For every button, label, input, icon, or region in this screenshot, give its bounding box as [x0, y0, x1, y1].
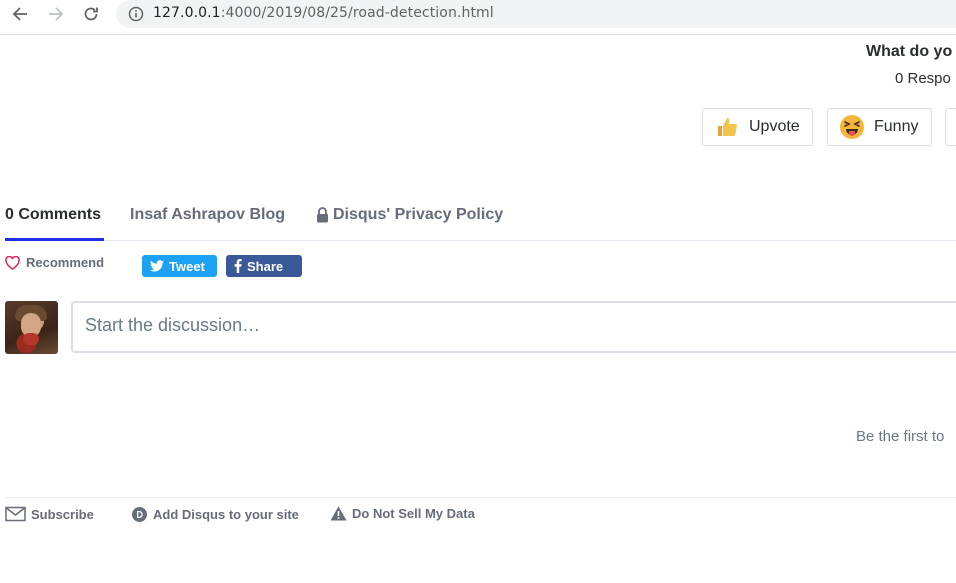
- facebook-share-button[interactable]: Share: [226, 255, 302, 277]
- warning-icon: [330, 506, 347, 521]
- reactions-count: 0 Respo: [895, 70, 951, 87]
- forward-button[interactable]: [44, 3, 68, 25]
- tweet-label: Tweet: [169, 258, 205, 274]
- reload-icon: [84, 7, 98, 21]
- privacy-policy-label: Disqus' Privacy Policy: [333, 206, 504, 223]
- user-avatar[interactable]: [5, 301, 58, 354]
- reactions-title: What do yo: [866, 43, 953, 60]
- subscribe-label: Subscribe: [31, 506, 94, 522]
- thumbs-up-icon: [715, 115, 739, 139]
- recommend-button[interactable]: Recommend: [5, 255, 104, 270]
- heart-icon: [5, 255, 20, 270]
- tab-privacy-policy[interactable]: Disqus' Privacy Policy: [316, 206, 503, 224]
- do-not-sell-link[interactable]: Do Not Sell My Data: [330, 506, 475, 521]
- tabs-divider: [5, 240, 956, 241]
- avatar-hand: [23, 333, 39, 345]
- lock-icon: [317, 207, 328, 223]
- funny-label: Funny: [874, 118, 919, 135]
- url-text[interactable]: 127.0.0.1:4000/2019/08/25/road-detection…: [153, 5, 494, 21]
- active-tab-indicator: [5, 238, 104, 241]
- tweet-button[interactable]: Tweet: [142, 255, 217, 277]
- do-not-sell-label: Do Not Sell My Data: [352, 506, 475, 521]
- twitter-bird-icon: [150, 260, 164, 272]
- reload-button[interactable]: [79, 3, 103, 25]
- forward-arrow-icon: [49, 7, 64, 21]
- info-icon[interactable]: [128, 6, 144, 22]
- reaction-button-partial[interactable]: [945, 108, 956, 146]
- envelope-icon: [5, 506, 26, 522]
- back-arrow-icon: [12, 7, 27, 21]
- upvote-label: Upvote: [749, 118, 800, 135]
- comment-input[interactable]: Start the discussion…: [71, 301, 956, 353]
- tab-blog[interactable]: Insaf Ashrapov Blog: [130, 206, 285, 224]
- funny-reaction-button[interactable]: Funny: [827, 108, 932, 146]
- address-bar[interactable]: 127.0.0.1:4000/2019/08/25/road-detection…: [116, 0, 956, 28]
- add-disqus-link[interactable]: Add Disqus to your site: [131, 506, 299, 523]
- back-button[interactable]: [8, 3, 32, 25]
- comment-placeholder: Start the discussion…: [85, 315, 261, 335]
- url-host: 127.0.0.1: [153, 5, 221, 21]
- facebook-icon: [234, 259, 242, 273]
- tab-comments[interactable]: 0 Comments: [5, 206, 101, 224]
- footer-divider: [5, 497, 956, 498]
- add-disqus-label: Add Disqus to your site: [153, 507, 299, 522]
- upvote-reaction-button[interactable]: Upvote: [702, 108, 813, 146]
- laughing-face-icon: [840, 115, 864, 139]
- disqus-logo-icon: [132, 507, 147, 522]
- share-label: Share: [247, 258, 284, 274]
- toolbar-divider: [0, 34, 956, 35]
- empty-state-text: Be the first to: [856, 428, 945, 445]
- subscribe-link[interactable]: Subscribe: [5, 506, 94, 522]
- browser-toolbar: 127.0.0.1:4000/2019/08/25/road-detection…: [0, 0, 956, 30]
- recommend-label: Recommend: [26, 255, 105, 270]
- url-path: :4000/2019/08/25/road-detection.html: [220, 5, 494, 21]
